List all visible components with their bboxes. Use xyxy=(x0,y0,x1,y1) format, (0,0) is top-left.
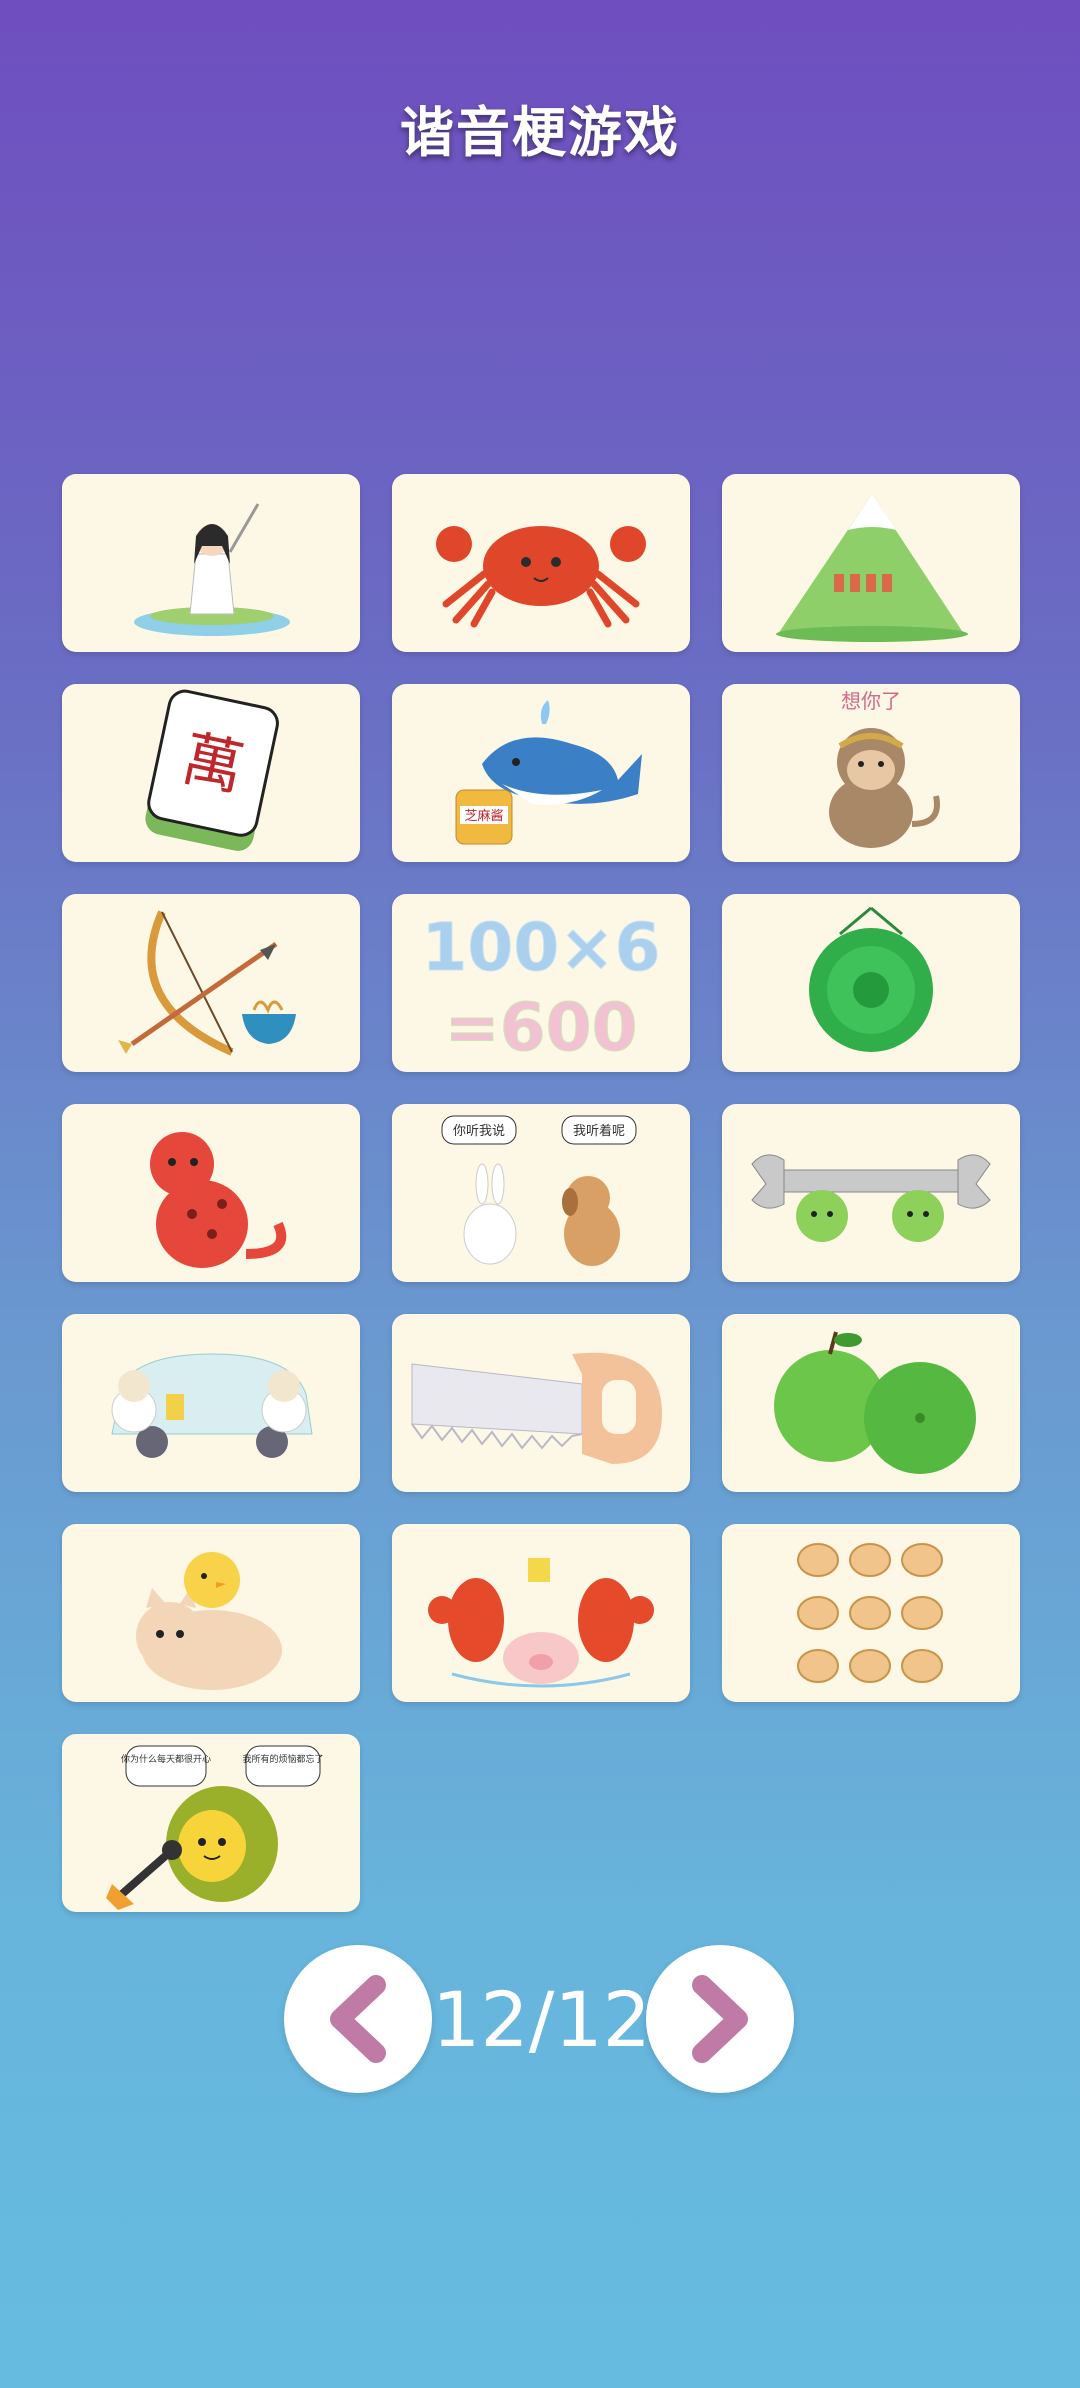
puzzle-card-14[interactable] xyxy=(392,1314,690,1492)
saw-icon xyxy=(411,1352,662,1464)
monkey-missing-you-icon: 想你了 xyxy=(829,689,940,848)
monkey-caption: 想你了 xyxy=(841,689,901,713)
page-title: 谐音梗游戏 xyxy=(400,101,680,164)
green-gong-icon xyxy=(809,906,933,1052)
crab-icon xyxy=(436,526,646,628)
previous-page-button[interactable] xyxy=(284,1945,432,2093)
math-equation-icon: 100×6 =600 xyxy=(421,909,661,1067)
puzzle-card-1[interactable] xyxy=(62,474,360,652)
mahjong-tile-icon: 萬 xyxy=(145,689,279,851)
puzzle-card-18[interactable] xyxy=(722,1524,1020,1702)
page-indicator: 12/12 xyxy=(432,1975,652,2064)
chick-on-cat-icon xyxy=(136,1552,282,1690)
puzzle-card-15[interactable] xyxy=(722,1314,1020,1492)
lobsters-with-pig-icon xyxy=(428,1558,654,1688)
dog-bubble: 我听着呢 xyxy=(573,1123,625,1139)
puzzle-card-6[interactable]: 想你了 xyxy=(722,684,1020,862)
reporter-bubble: 你为什么每天都很开心 xyxy=(121,1753,211,1765)
puzzle-card-13[interactable] xyxy=(62,1314,360,1492)
chevron-right-icon xyxy=(692,1975,748,2063)
puzzle-card-19[interactable]: 你为什么每天都很开心 我所有的烦恼都忘了 xyxy=(62,1734,360,1912)
puzzle-card-10[interactable] xyxy=(62,1104,360,1282)
pagination: 12/12 xyxy=(0,1945,1080,2095)
puzzle-card-11[interactable]: 你听我说 我听着呢 xyxy=(392,1104,690,1282)
ginger-pieces-icon xyxy=(797,1543,943,1683)
sheep-washing-car-icon xyxy=(111,1353,313,1458)
next-page-button[interactable] xyxy=(646,1945,794,2093)
durian-bubble: 我所有的烦恼都忘了 xyxy=(242,1753,323,1765)
bow-arrow-noodle-icon xyxy=(118,910,296,1056)
puzzle-card-3[interactable] xyxy=(722,474,1020,652)
puzzle-card-17[interactable] xyxy=(392,1524,690,1702)
swordsman-by-lake-icon xyxy=(134,503,290,636)
puzzle-card-16[interactable] xyxy=(62,1524,360,1702)
rabbit-bubble: 你听我说 xyxy=(453,1124,505,1139)
whale-with-sesame-jar-icon: 芝麻酱 xyxy=(455,700,642,845)
puzzle-card-9[interactable] xyxy=(722,894,1020,1072)
green-apple-and-lime-icon xyxy=(774,1331,976,1474)
puzzle-card-12[interactable] xyxy=(722,1104,1020,1282)
puzzle-grid: 萬 芝麻酱 想你了 100×6 =600 你听我说 我听着呢 你为什么每天都很开… xyxy=(62,474,1020,1912)
mountain-with-people-icon xyxy=(776,494,968,642)
jar-label: 芝麻酱 xyxy=(464,808,503,824)
equation-line-1: 100×6 xyxy=(422,909,661,986)
puzzle-card-5[interactable]: 芝麻酱 xyxy=(392,684,690,862)
puzzle-card-7[interactable] xyxy=(62,894,360,1072)
wrench-with-moss-balls-icon xyxy=(751,1154,991,1242)
chevron-left-icon xyxy=(330,1975,386,2063)
leopard-icon xyxy=(150,1132,287,1268)
interviewed-durian-icon: 你为什么每天都很开心 我所有的烦恼都忘了 xyxy=(106,1745,324,1910)
rabbit-and-dog-icon: 你听我说 我听着呢 xyxy=(441,1115,637,1266)
puzzle-card-4[interactable]: 萬 xyxy=(62,684,360,862)
puzzle-card-8[interactable]: 100×6 =600 xyxy=(392,894,690,1072)
puzzle-card-2[interactable] xyxy=(392,474,690,652)
equation-line-2: =600 xyxy=(444,989,637,1066)
